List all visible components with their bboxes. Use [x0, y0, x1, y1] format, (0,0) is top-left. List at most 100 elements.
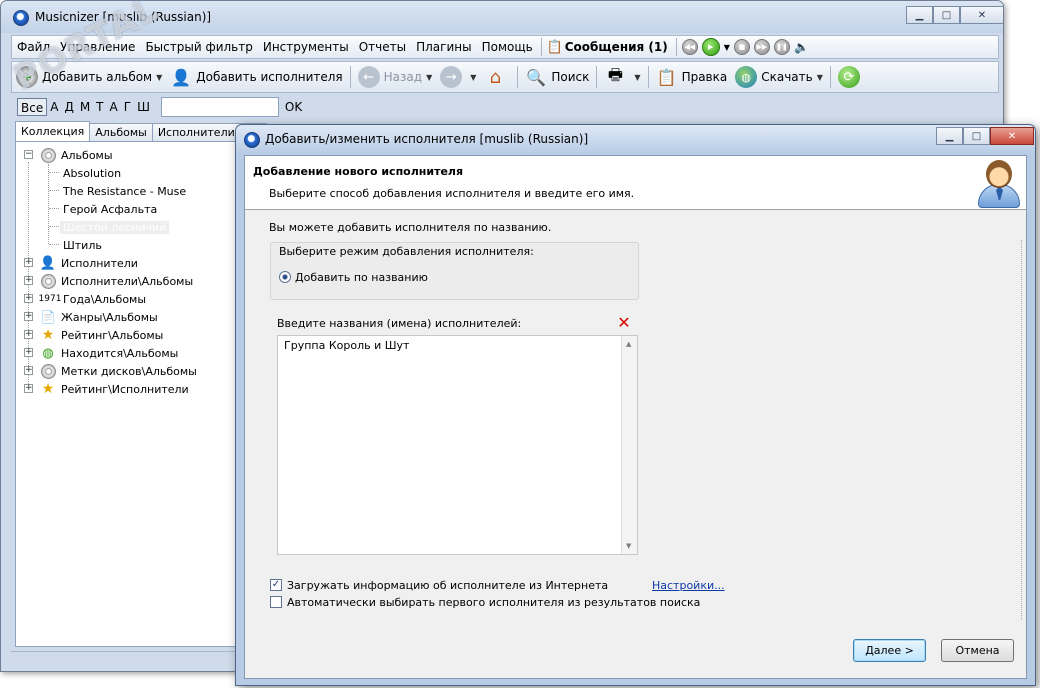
speaker-icon[interactable]: 🔈 [794, 39, 810, 55]
filter-letter[interactable]: Г [121, 98, 134, 116]
edit-button[interactable]: 📋 Правка [652, 63, 732, 91]
dropdown-arrow-icon[interactable]: ▼ [817, 73, 823, 82]
menu-help[interactable]: Помощь [477, 40, 538, 54]
print-button[interactable]: 🖶 ▼ [600, 63, 644, 91]
tree-album-item-selected[interactable]: Шестой лесничий [60, 218, 170, 236]
tree-item-location-albums[interactable]: ◍ Находится\Альбомы [40, 344, 178, 362]
dropdown-arrow-icon[interactable]: ▼ [470, 73, 476, 82]
expand-icon[interactable]: + [24, 276, 33, 285]
back-button[interactable]: ← Назад ▼ [354, 63, 437, 91]
minimize-button[interactable]: ▁ [906, 6, 933, 24]
tree-item-label: Исполнители [61, 256, 138, 270]
quick-filter-bar: Все A Д М Т А Г Ш OK [17, 96, 302, 118]
maximize-button[interactable]: □ [933, 6, 960, 24]
menu-tools[interactable]: Инструменты [258, 40, 354, 54]
play-dropdown-icon[interactable]: ▼ [724, 43, 730, 52]
settings-link[interactable]: Настройки... [652, 579, 725, 592]
scroll-up-icon[interactable]: ▲ [626, 340, 631, 348]
add-by-name-radio[interactable] [279, 271, 291, 283]
tree-item-years-albums[interactable]: 1971 Года\Альбомы [39, 290, 146, 308]
cancel-button[interactable]: Отмена [941, 639, 1014, 662]
expand-icon[interactable]: + [24, 258, 33, 267]
tree-item-rating-albums[interactable]: ★ Рейтинг\Альбомы [40, 326, 164, 344]
tree-item-artists-albums[interactable]: Исполнители\Альбомы [40, 272, 193, 290]
download-info-label[interactable]: Загружать информацию об исполнителе из И… [287, 579, 608, 592]
tree-album-item[interactable]: Герой Асфальта [63, 200, 157, 218]
expand-icon[interactable]: + [24, 384, 33, 393]
maximize-button[interactable]: □ [963, 127, 990, 145]
filter-letter-all[interactable]: Все [17, 98, 48, 116]
download-info-checkbox[interactable]: ✓ [270, 579, 282, 591]
expand-icon[interactable]: + [24, 330, 33, 339]
mode-group: Выберите режим добавления исполнителя: Д… [270, 242, 639, 300]
minimize-button[interactable]: ▁ [936, 127, 963, 145]
sync-button[interactable]: ⟳ [834, 63, 868, 91]
tree-item-disc-labels-albums[interactable]: Метки дисков\Альбомы [40, 362, 197, 380]
filter-letter[interactable]: Д [61, 98, 76, 116]
expand-icon[interactable]: + [24, 348, 33, 357]
tree-item-artists[interactable]: 👤 Исполнители [40, 254, 138, 272]
menu-file[interactable]: Файл [12, 40, 55, 54]
search-button[interactable]: 🔍 Поиск [521, 63, 593, 91]
collapse-icon[interactable]: − [24, 150, 33, 159]
collection-tree: − Альбомы Absolution The Resistance - Mu… [15, 141, 241, 647]
add-by-name-label[interactable]: Добавить по названию [295, 271, 428, 284]
dropdown-arrow-icon[interactable]: ▼ [634, 73, 640, 82]
clear-icon[interactable]: ✕ [616, 315, 632, 331]
tree-item-label: The Resistance - Muse [63, 184, 187, 198]
add-artist-button[interactable]: 👤 Добавить исполнителя [166, 63, 346, 91]
filter-letter[interactable]: Ш [134, 98, 153, 116]
filter-letter[interactable]: Т [93, 98, 106, 116]
close-button[interactable]: ✕ [960, 6, 1003, 24]
forward-button[interactable]: → ▼ [436, 63, 480, 91]
filter-letter[interactable]: A [47, 98, 61, 116]
download-button[interactable]: ◍ Скачать ▼ [731, 63, 827, 91]
stop-icon[interactable]: ■ [733, 39, 750, 55]
expand-icon[interactable]: + [24, 366, 33, 375]
filter-letter[interactable]: М [77, 98, 93, 116]
home-button[interactable]: ⌂ [480, 63, 514, 91]
menu-reports[interactable]: Отчеты [354, 40, 411, 54]
dropdown-arrow-icon[interactable]: ▼ [426, 73, 432, 82]
expand-icon[interactable]: + [24, 312, 33, 321]
toolbar-separator [517, 66, 519, 88]
filter-letter[interactable]: А [107, 98, 121, 116]
tab-albums[interactable]: Альбомы [89, 123, 153, 141]
tree-item-genres-albums[interactable]: 📄 Жанры\Альбомы [40, 308, 158, 326]
star-icon: ★ [41, 381, 55, 397]
add-album-button[interactable]: + Добавить альбом ▼ [12, 63, 166, 91]
main-window-title: Musicnizer [muslib (Russian)] [35, 10, 212, 24]
dialog-title-bar: Добавить/изменить исполнителя [muslib (R… [236, 125, 1035, 153]
auto-select-label[interactable]: Автоматически выбирать первого исполните… [287, 596, 700, 609]
menu-plugins[interactable]: Плагины [411, 40, 476, 54]
expand-icon[interactable]: + [24, 294, 33, 303]
tree-album-item[interactable]: Штиль [63, 236, 102, 254]
filter-ok-button[interactable]: OK [285, 100, 302, 114]
previous-track-icon[interactable]: ◀◀ [681, 39, 698, 55]
tree-item-label: Рейтинг\Исполнители [61, 382, 189, 396]
next-button[interactable]: Далее > [853, 639, 926, 662]
tree-item-label: Absolution [63, 166, 122, 180]
tab-collection[interactable]: Коллекция [15, 121, 91, 141]
pause-icon[interactable]: ❚❚ [773, 39, 790, 55]
menu-quick-filter[interactable]: Быстрый фильтр [140, 40, 257, 54]
textarea-scrollbar[interactable]: ▲ ▼ [621, 336, 637, 554]
tab-artists[interactable]: Исполнители [151, 123, 241, 141]
filter-input[interactable] [160, 97, 279, 117]
tree-album-item[interactable]: Absolution [63, 164, 121, 182]
auto-select-checkbox[interactable] [270, 596, 282, 608]
artist-names-textarea[interactable]: Группа Король и Шут ▲ ▼ [277, 335, 638, 555]
messages-button[interactable]: Сообщения (1) [565, 40, 673, 54]
next-track-icon[interactable]: ▶▶ [753, 39, 770, 55]
tree-item-rating-artists[interactable]: ★ Рейтинг\Исполнители [40, 380, 189, 398]
play-icon[interactable]: ▶ [701, 38, 720, 56]
toolbar: + Добавить альбом ▼ 👤 Добавить исполните… [11, 61, 999, 93]
artist-names-text[interactable]: Группа Король и Шут [284, 339, 409, 352]
tree-album-item[interactable]: The Resistance - Muse [63, 182, 186, 200]
dropdown-arrow-icon[interactable]: ▼ [156, 73, 162, 82]
scroll-down-icon[interactable]: ▼ [626, 542, 631, 550]
collection-tabs: Коллекция Альбомы Исполнители По [15, 121, 267, 141]
tree-item-albums[interactable]: Альбомы [40, 146, 113, 164]
close-button[interactable]: ✕ [990, 127, 1034, 145]
menu-manage[interactable]: Управление [55, 40, 140, 54]
